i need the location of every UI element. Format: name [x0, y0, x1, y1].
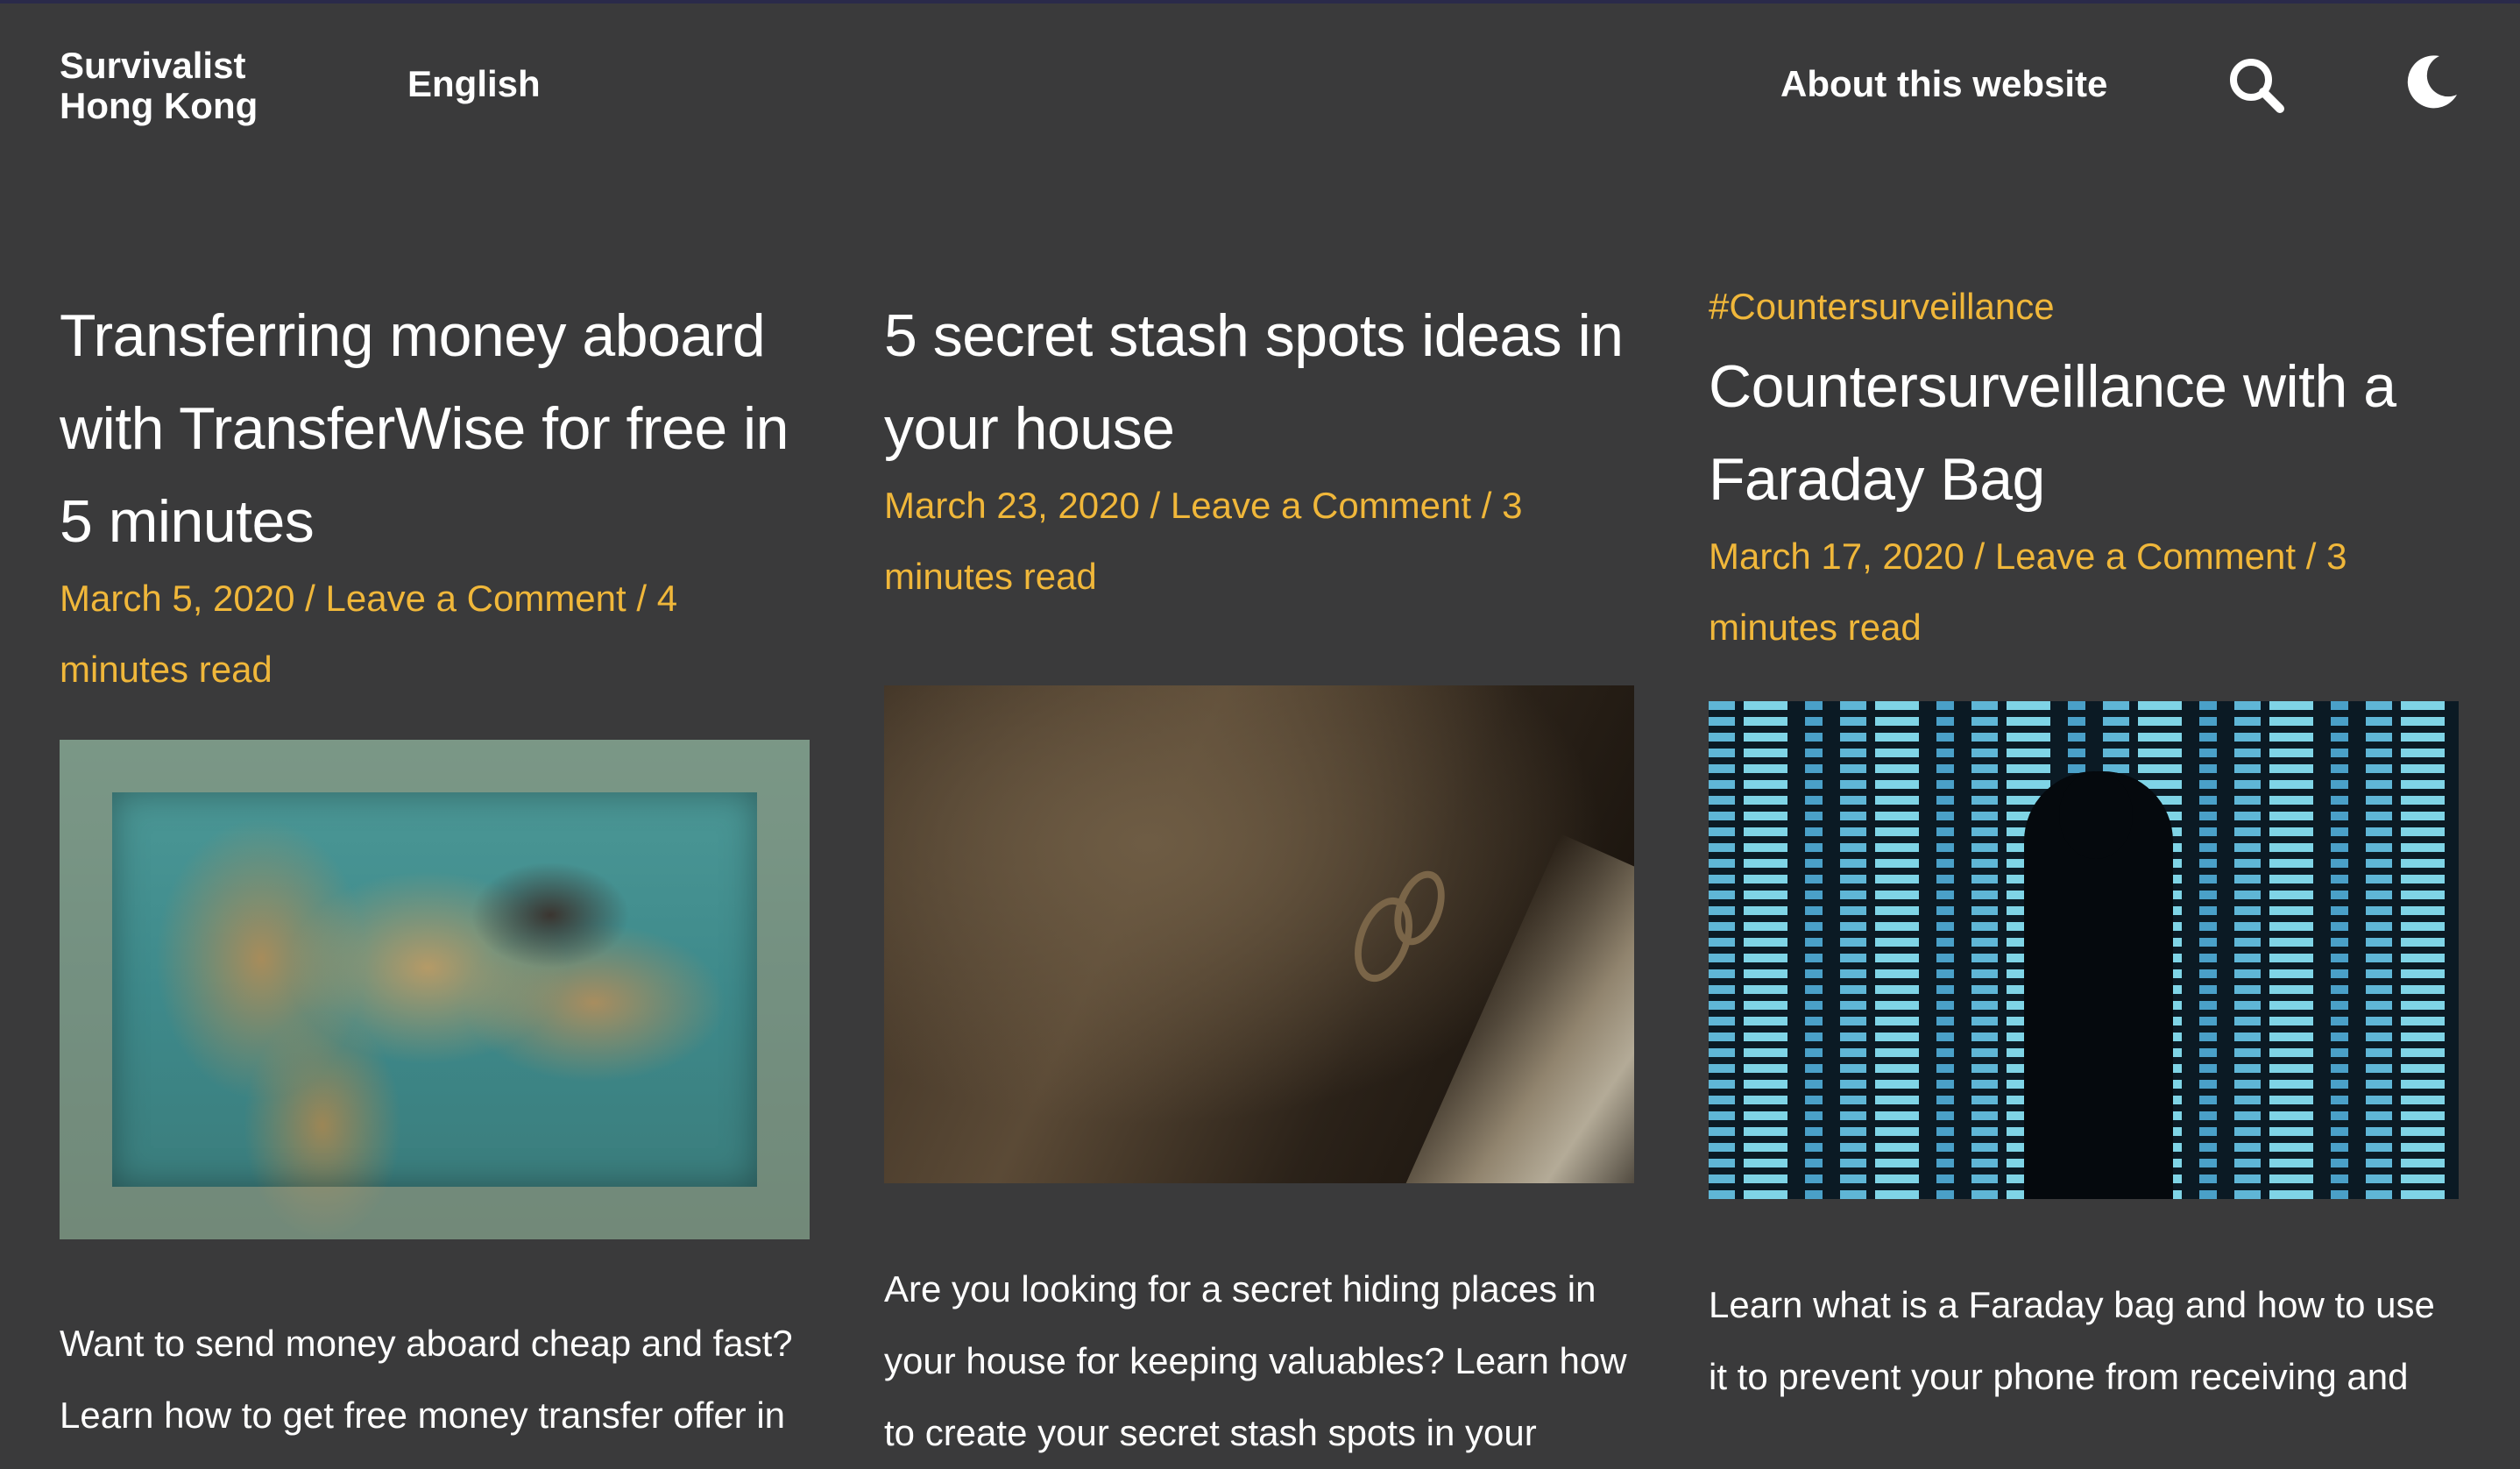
- site-logo-link[interactable]: Survivalist Hong Kong: [60, 46, 287, 126]
- moon-icon: [2407, 55, 2457, 109]
- comment-link[interactable]: Leave a Comment: [326, 578, 626, 619]
- post-thumbnail[interactable]: [884, 685, 1634, 1183]
- dark-mode-toggle[interactable]: [2401, 51, 2462, 112]
- silhouette-head-decoration: [2059, 771, 2133, 859]
- search-button[interactable]: [2226, 54, 2287, 116]
- post-excerpt: Are you looking for a secret hiding plac…: [884, 1268, 1627, 1453]
- category-tag-link[interactable]: #Countersurveillance: [1709, 280, 2459, 333]
- post-excerpt: Learn what is a Faraday bag and how to u…: [1709, 1284, 2435, 1397]
- site-header: Survivalist Hong Kong English About this…: [0, 0, 2520, 175]
- post-meta: March 23, 2020 / Leave a Comment / 3 min…: [884, 485, 1523, 597]
- post-card: #Countersurveillance Countersurveillance…: [1709, 286, 2459, 1413]
- comment-link[interactable]: Leave a Comment: [1995, 536, 2296, 577]
- post-meta: March 5, 2020 / Leave a Comment / 4 minu…: [60, 578, 678, 690]
- search-icon: [2230, 59, 2284, 113]
- post-title-link[interactable]: Countersurveillance with a Faraday Bag: [1709, 340, 2459, 526]
- post-card: Transferring money aboard with TransferW…: [60, 289, 810, 1451]
- money-border-decoration: [60, 740, 810, 1239]
- post-title-link[interactable]: Transferring money aboard with TransferW…: [60, 289, 810, 568]
- post-card: 5 secret stash spots ideas in your house…: [884, 289, 1634, 1469]
- post-meta: March 17, 2020 / Leave a Comment / 3 min…: [1709, 536, 2347, 648]
- post-thumbnail[interactable]: [60, 740, 810, 1239]
- brand-line-1: Survivalist: [60, 45, 246, 86]
- post-excerpt: Want to send money aboard cheap and fast…: [60, 1323, 793, 1436]
- post-date-link[interactable]: March 17, 2020: [1709, 536, 1964, 577]
- post-title-link[interactable]: 5 secret stash spots ideas in your house: [884, 289, 1634, 475]
- about-link[interactable]: About this website: [1780, 63, 2107, 105]
- post-date-link[interactable]: March 5, 2020: [60, 578, 295, 619]
- post-date-link[interactable]: March 23, 2020: [884, 485, 1140, 526]
- brand-line-2: Hong Kong: [60, 85, 258, 126]
- language-switcher[interactable]: English: [407, 63, 541, 105]
- post-thumbnail[interactable]: [1709, 701, 2459, 1199]
- comment-link[interactable]: Leave a Comment: [1171, 485, 1471, 526]
